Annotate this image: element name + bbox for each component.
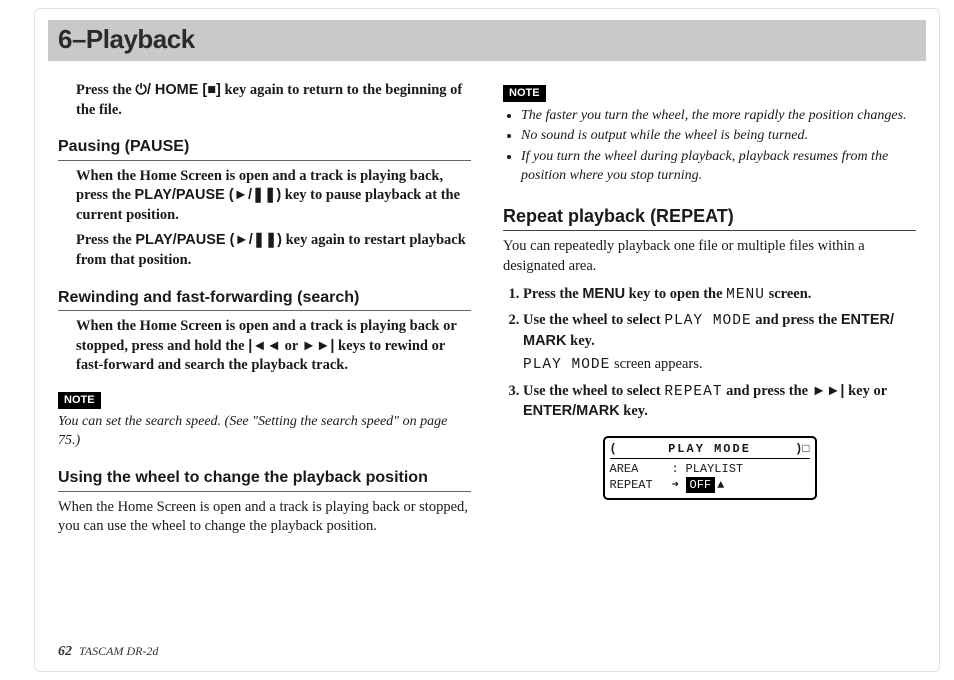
note-list-item: If you turn the wheel during playback, p…: [521, 148, 916, 186]
pausing-p1: When the Home Screen is open and a track…: [76, 167, 471, 226]
note-label: NOTE: [503, 85, 546, 102]
note-list-item: The faster you turn the wheel, the more …: [521, 107, 916, 126]
lcd-row: REPEAT➜OFF▲: [610, 477, 810, 493]
heading-repeat: Repeat playback (REPEAT): [503, 204, 916, 231]
two-column-body: Press the ⏻/ HOME [■] key again to retur…: [58, 75, 916, 543]
intro-paragraph: Press the ⏻/ HOME [■] key again to retur…: [76, 81, 471, 120]
heading-wheel: Using the wheel to change the playback p…: [58, 467, 471, 492]
heading-pausing: Pausing (PAUSE): [58, 136, 471, 161]
product-model: TASCAM DR-2d: [79, 644, 158, 658]
step-item: Use the wheel to select PLAY MODE and pr…: [523, 311, 916, 376]
note-list: The faster you turn the wheel, the more …: [503, 107, 916, 187]
step-item: Press the MENU key to open the MENU scre…: [523, 285, 916, 306]
repeat-intro: You can repeatedly playback one file or …: [503, 237, 916, 276]
chapter-title: 6–Playback: [58, 24, 916, 55]
left-column: Press the ⏻/ HOME [■] key again to retur…: [58, 75, 471, 543]
heading-search: Rewinding and fast-forwarding (search): [58, 287, 471, 312]
lcd-row: AREA:PLAYLIST: [610, 461, 810, 477]
note-label: NOTE: [58, 392, 101, 409]
wheel-p1: When the Home Screen is open and a track…: [58, 498, 471, 537]
step-followup: PLAY MODE screen appears.: [523, 355, 916, 376]
chapter-header-bar: 6–Playback: [48, 20, 926, 61]
repeat-steps: Press the MENU key to open the MENU scre…: [503, 285, 916, 422]
step-item: Use the wheel to select REPEAT and press…: [523, 382, 916, 422]
search-p1: When the Home Screen is open and a track…: [76, 317, 471, 376]
right-column: NOTE The faster you turn the wheel, the …: [503, 75, 916, 543]
pausing-p2: Press the PLAY/PAUSE (►/❚❚) key again to…: [76, 231, 471, 270]
page-footer: 62 TASCAM DR-2d: [58, 644, 158, 660]
lcd-screenshot: PLAY MODE AREA:PLAYLISTREPEAT➜OFF▲: [603, 436, 817, 501]
lcd-title: PLAY MODE: [610, 441, 810, 459]
note-list-item: No sound is output while the wheel is be…: [521, 127, 916, 146]
page-number: 62: [58, 644, 72, 659]
lcd-rows: AREA:PLAYLISTREPEAT➜OFF▲: [610, 461, 810, 493]
note-search-speed: You can set the search speed. (See "Sett…: [58, 413, 471, 451]
